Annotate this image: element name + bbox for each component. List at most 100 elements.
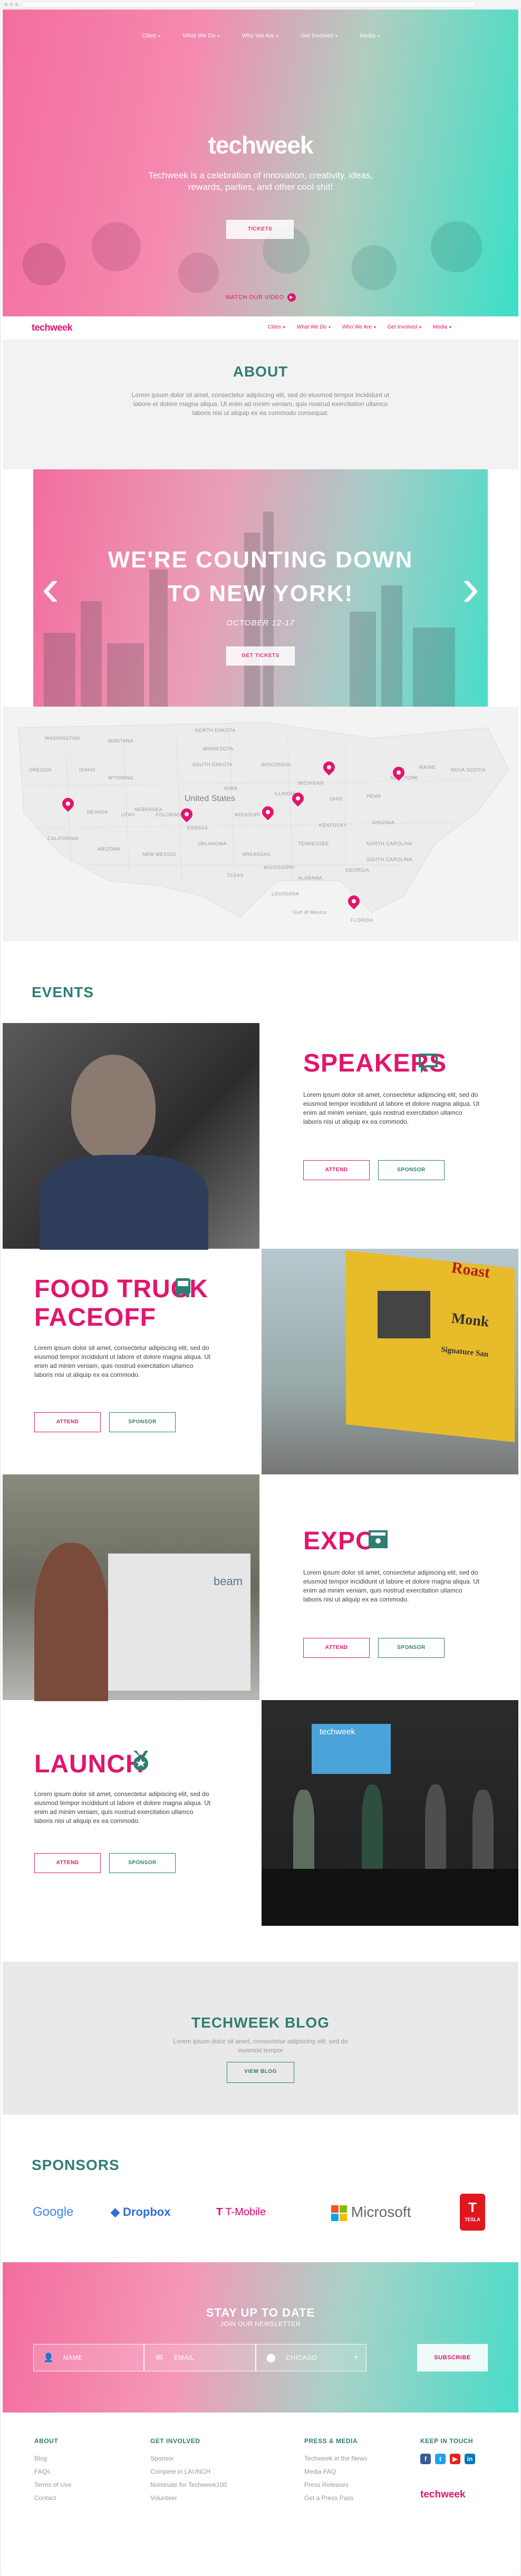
window-dot[interactable]: [9, 3, 13, 6]
promo-heading-line: WE'RE COUNTING DOWN: [108, 547, 413, 573]
event-expo: beam EXPO Lorem ipsum dolor sit amet, co…: [3, 1474, 518, 1701]
sponsor-logo-tmobile[interactable]: T T-Mobile: [216, 2202, 295, 2223]
event-speakers: SPEAKERS Lorem ipsum dolor sit amet, con…: [3, 1023, 518, 1250]
sponsor-button[interactable]: SPONSOR: [378, 1638, 445, 1658]
footer-link[interactable]: Contact: [34, 2494, 56, 2502]
watch-video-link[interactable]: WATCH OUR VIDEO ▶: [3, 293, 518, 302]
footer-link[interactable]: Nominate for Techweek100: [150, 2481, 227, 2488]
nav-who-we-are[interactable]: Who We Are ▾: [242, 33, 278, 39]
footer-link[interactable]: Volunteer: [150, 2494, 177, 2502]
dropbox-icon: ◆: [111, 2205, 120, 2218]
name-input[interactable]: 👤 NAME: [33, 2344, 144, 2371]
sponsor-logo-microsoft[interactable]: Microsoft: [331, 2202, 426, 2223]
sponsor-button[interactable]: SPONSOR: [378, 1160, 445, 1180]
view-blog-button[interactable]: VIEW BLOG: [227, 2062, 294, 2083]
footer-heading-get-involved: GET INVOLVED: [150, 2437, 200, 2445]
location-pin-icon: ⬤: [266, 2353, 276, 2362]
map-state-label: KENTUCKY: [319, 823, 348, 828]
nav-get-involved[interactable]: Get Involved ▾: [301, 33, 337, 39]
new-york-skyline-photo: WE'RE COUNTING DOWN TO NEW YORK! OCTOBER …: [33, 469, 488, 707]
map-state-label: TENNESSEE: [298, 841, 330, 846]
nav-cities[interactable]: Cities ▾: [142, 33, 160, 39]
window-dot[interactable]: [4, 3, 8, 6]
header-nav-media[interactable]: Media ▾: [433, 324, 451, 330]
site-header: techweek Cities ▾ What We Do ▾ Who We Are ▾…: [3, 316, 518, 340]
newsletter-section: STAY UP TO DATE JOIN OUR NEWSLETTER 👤 NA…: [3, 2262, 518, 2413]
nav-media[interactable]: Media ▾: [360, 33, 379, 39]
twitter-icon[interactable]: t: [435, 2454, 446, 2464]
facebook-icon[interactable]: f: [420, 2454, 431, 2464]
attend-button[interactable]: ATTEND: [303, 1638, 370, 1658]
footer-link[interactable]: Compete in LAUNCH: [150, 2468, 210, 2475]
tickets-button[interactable]: TICKETS: [226, 220, 294, 239]
chevron-down-icon: ▾: [282, 325, 285, 330]
city-select[interactable]: ⬤ CHICAGO ▾: [256, 2344, 366, 2371]
user-icon: 👤: [43, 2353, 54, 2362]
map-state-label: MISSOURI: [235, 812, 260, 817]
email-input[interactable]: ✉ EMAIL: [144, 2344, 256, 2371]
footer-heading-press: PRESS & MEDIA: [304, 2437, 358, 2445]
map-state-label: ARKANSAS: [243, 852, 271, 857]
carousel-next-icon[interactable]: ›: [462, 561, 479, 614]
header-logo[interactable]: techweek: [32, 322, 73, 333]
footer-link[interactable]: Blog: [34, 2455, 47, 2462]
header-nav-get-involved[interactable]: Get Involved ▾: [388, 324, 421, 330]
linkedin-icon[interactable]: in: [465, 2454, 475, 2464]
attend-button[interactable]: ATTEND: [34, 1853, 101, 1873]
sponsor-button[interactable]: SPONSOR: [109, 1412, 176, 1432]
event-title: EXPO: [303, 1527, 376, 1555]
booth-icon: [366, 1527, 390, 1550]
blog-section: TECHWEEK BLOG Lorem ipsum dolor sit amet…: [3, 1962, 518, 2115]
event-title: LAUNCH: [34, 1750, 144, 1778]
map-state-label: IOWA: [224, 786, 238, 791]
footer-logo[interactable]: techweek: [420, 2489, 466, 2501]
subscribe-button[interactable]: SUBSCRIBE: [417, 2344, 488, 2371]
map-state-label: IDAHO: [79, 767, 96, 773]
sponsor-logo-google[interactable]: Google: [33, 2202, 88, 2223]
youtube-icon[interactable]: ▶: [450, 2454, 460, 2464]
watch-video-label: WATCH OUR VIDEO: [225, 294, 284, 301]
footer-link[interactable]: Get a Press Pass: [304, 2494, 353, 2502]
email-placeholder: EMAIL: [174, 2354, 195, 2361]
map-state-label: WYOMING: [108, 775, 134, 780]
truck-icon: [171, 1276, 195, 1299]
get-tickets-button[interactable]: GET TICKETS: [226, 647, 295, 665]
map-state-label: MISSISSIPPI: [264, 865, 295, 870]
promo-date: OCTOBER 12-17: [226, 619, 295, 628]
address-bar[interactable]: [22, 2, 476, 7]
map-state-label: NEVADA: [87, 809, 108, 815]
attend-button[interactable]: ATTEND: [303, 1160, 370, 1180]
event-launch: LAUNCH Lorem ipsum dolor sit amet, conse…: [3, 1700, 518, 1926]
nav-what-we-do[interactable]: What We Do ▾: [182, 33, 219, 39]
play-icon: ▶: [287, 293, 296, 302]
hero-nav: Cities ▾ What We Do ▾ Who We Are ▾ Get Invo…: [3, 33, 518, 39]
header-nav-cities[interactable]: Cities ▾: [268, 324, 285, 330]
footer-link[interactable]: FAQs: [34, 2468, 50, 2475]
browser-chrome: [0, 0, 521, 9]
map-state-label: MAINE: [419, 765, 436, 770]
header-nav-what-we-do[interactable]: What We Do ▾: [297, 324, 331, 330]
footer-link[interactable]: Press Releases: [304, 2481, 349, 2488]
attend-button[interactable]: ATTEND: [34, 1412, 101, 1432]
map-state-label: OHIO: [330, 796, 343, 802]
map-state-label: FLORIDA: [351, 918, 373, 923]
event-food-truck: FOOD TRUCK FACEOFF Lorem ipsum dolor sit …: [3, 1249, 518, 1474]
tesla-t-icon: T: [468, 2199, 477, 2215]
window-dot[interactable]: [15, 3, 18, 6]
sponsor-logo-dropbox[interactable]: ◆ Dropbox: [111, 2202, 177, 2223]
header-nav-who-we-are[interactable]: Who We Are ▾: [342, 324, 375, 330]
footer-link[interactable]: Techweek in the News: [304, 2455, 367, 2462]
carousel-prev-icon[interactable]: ‹: [42, 561, 59, 614]
microsoft-icon: [331, 2205, 347, 2221]
sponsor-button[interactable]: SPONSOR: [109, 1853, 176, 1873]
name-placeholder: NAME: [63, 2354, 83, 2361]
event-description: Lorem ipsum dolor sit amet, consectetur …: [303, 1569, 480, 1603]
map-state-label: OREGON: [29, 767, 52, 773]
tmobile-wordmark: T-Mobile: [225, 2206, 266, 2218]
sponsor-logo-tesla[interactable]: T TESLA: [460, 2194, 485, 2231]
footer-link[interactable]: Sponsor: [150, 2455, 174, 2462]
footer-link[interactable]: Terms of Use: [34, 2481, 72, 2488]
chevron-down-icon: ▾: [377, 34, 380, 38]
about-text: Lorem ipsum dolor sit amet, consectetur …: [131, 391, 390, 417]
footer-link[interactable]: Media FAQ: [304, 2468, 336, 2475]
